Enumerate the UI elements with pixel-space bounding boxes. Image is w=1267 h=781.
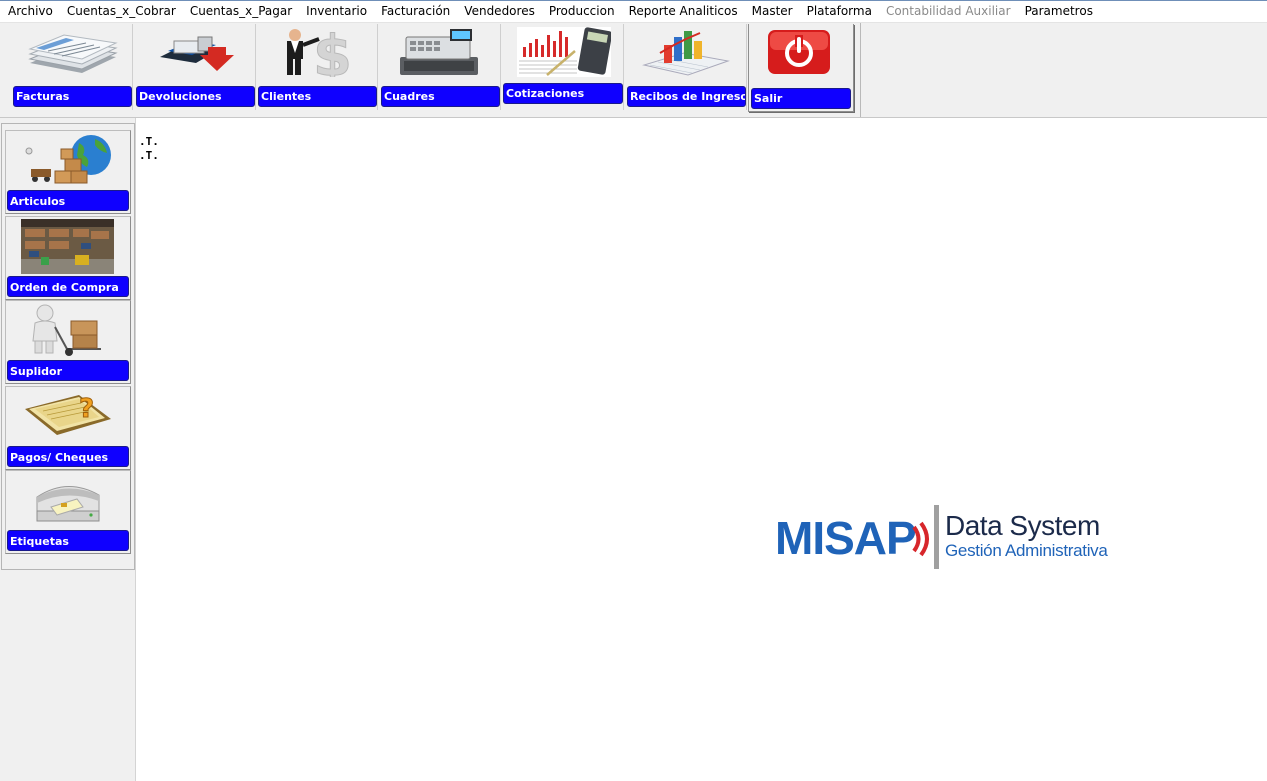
logo-brand: MISAP xyxy=(775,512,917,564)
menu-cuentas-x-cobrar[interactable]: Cuentas_x_Cobrar xyxy=(60,1,183,22)
return-arrow-icon xyxy=(156,27,238,77)
misap-logo: MISAP Data System Gestión Administrativa xyxy=(775,505,1115,571)
logo-title: Data System xyxy=(945,510,1100,541)
boxes-globe-icon xyxy=(21,133,114,188)
menu-vendedores[interactable]: Vendedores xyxy=(457,1,542,22)
articulos-label: Articulos xyxy=(7,190,129,211)
toolbar-frame: Facturas Devoluciones $ Clientes Cuadres… xyxy=(1,23,861,117)
status-marks: .T. .T. xyxy=(139,135,159,163)
menu-archivo[interactable]: Archivo xyxy=(1,1,60,22)
cotizaciones-label: Cotizaciones xyxy=(503,83,623,104)
menu-plataforma[interactable]: Plataforma xyxy=(800,1,879,22)
menu-produccion[interactable]: Produccion xyxy=(542,1,622,22)
salir-button[interactable]: Salir xyxy=(748,24,854,112)
label-printer-icon xyxy=(21,473,114,528)
logo-divider xyxy=(934,505,939,569)
menu-reporte-analiticos[interactable]: Reporte Analiticos xyxy=(622,1,745,22)
toolbar: Facturas Devoluciones $ Clientes Cuadres… xyxy=(0,23,1267,118)
cuadres-button[interactable]: Cuadres xyxy=(379,24,501,110)
svg-text:?: ? xyxy=(79,394,94,424)
svg-text:$: $ xyxy=(313,27,352,77)
menu-bar: Archivo Cuentas_x_Cobrar Cuentas_x_Pagar… xyxy=(0,0,1267,23)
logo-brand-text: MISAP xyxy=(775,512,917,564)
clientes-button[interactable]: $ Clientes xyxy=(256,24,378,110)
facturas-label: Facturas xyxy=(13,86,132,107)
invoice-papers-icon xyxy=(26,27,118,77)
cuadres-label: Cuadres xyxy=(381,86,500,107)
suplidor-button[interactable]: Suplidor xyxy=(5,300,131,384)
orden-de-compra-button[interactable]: Orden de Compra xyxy=(5,216,131,300)
orden-de-compra-label: Orden de Compra xyxy=(7,276,129,297)
menu-master[interactable]: Master xyxy=(745,1,800,22)
devoluciones-label: Devoluciones xyxy=(136,86,255,107)
income-chart-icon xyxy=(640,27,730,77)
client-dollar-icon: $ xyxy=(273,27,365,77)
articulos-button[interactable]: Articulos xyxy=(5,130,131,214)
devoluciones-button[interactable]: Devoluciones xyxy=(134,24,256,110)
recibos-de-ingresos-button[interactable]: Recibos de Ingresos xyxy=(625,24,747,110)
cash-register-icon xyxy=(398,27,480,77)
suplidor-label: Suplidor xyxy=(7,360,129,381)
pagos-cheques-button[interactable]: ? Pagos/ Cheques xyxy=(5,386,131,470)
menu-inventario[interactable]: Inventario xyxy=(299,1,374,22)
etiquetas-button[interactable]: Etiquetas xyxy=(5,470,131,554)
side-panel: Articulos Orden de Compra Suplidor ? Pag… xyxy=(0,118,136,781)
checkbook-question-icon: ? xyxy=(21,389,114,444)
facturas-button[interactable]: Facturas xyxy=(10,24,133,110)
report-calculator-icon xyxy=(517,27,611,77)
side-button-frame: Articulos Orden de Compra Suplidor ? Pag… xyxy=(1,123,135,570)
power-icon xyxy=(766,27,832,77)
pagos-cheques-label: Pagos/ Cheques xyxy=(7,446,129,467)
warehouse-icon xyxy=(21,219,114,274)
salir-label: Salir xyxy=(751,88,851,109)
menu-parametros[interactable]: Parametros xyxy=(1018,1,1100,22)
menu-contabilidad-auxiliar: Contabilidad Auxiliar xyxy=(885,4,1011,18)
main-workspace: .T. .T. MISAP Data System Gestión Admini… xyxy=(137,119,1267,781)
status-mark-2: .T. xyxy=(139,149,159,162)
menu-cuentas-x-pagar[interactable]: Cuentas_x_Pagar xyxy=(183,1,299,22)
signal-waves-icon xyxy=(912,521,929,557)
clientes-label: Clientes xyxy=(258,86,377,107)
logo-subtitle: Gestión Administrativa xyxy=(945,541,1108,560)
menu-facturacion[interactable]: Facturación xyxy=(374,1,457,22)
etiquetas-label: Etiquetas xyxy=(7,530,129,551)
recibos-de-ingresos-label: Recibos de Ingresos xyxy=(627,86,746,107)
status-mark-1: .T. xyxy=(139,135,159,148)
cotizaciones-button[interactable]: Cotizaciones xyxy=(501,24,624,110)
supplier-handtruck-icon xyxy=(21,303,114,358)
